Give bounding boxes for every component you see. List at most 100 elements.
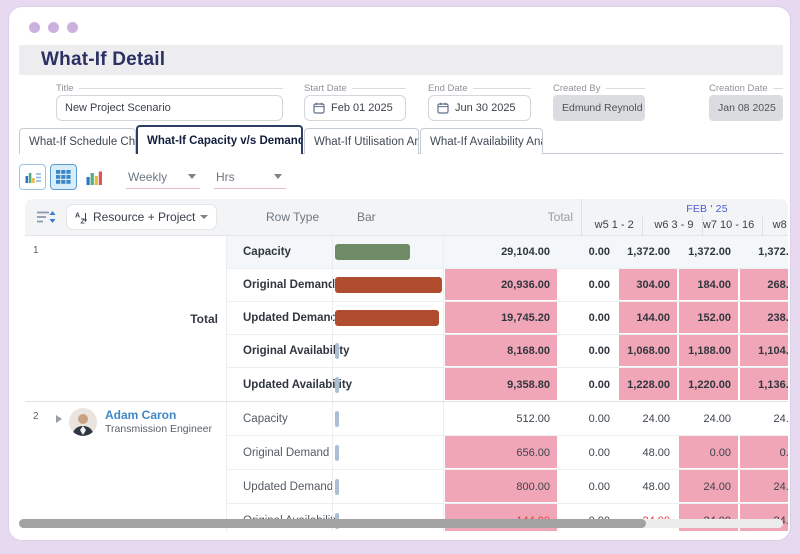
resource-cell: 1 Total xyxy=(25,236,226,401)
row-number: 1 xyxy=(33,245,39,256)
creation-date-field-group: Creation Date Jan 08 2025 xyxy=(709,83,783,121)
value-cell: 656.00 xyxy=(444,436,558,469)
grid-body: 1 Total Capacity 29,104.00 0.00 1,372.00 1,372… xyxy=(25,236,788,531)
app-window: What-If Detail Title New Project Scenari… xyxy=(8,6,791,541)
resource-name: Total xyxy=(190,311,218,326)
start-date-input[interactable]: Feb 01 2025 xyxy=(304,95,406,121)
end-date-input[interactable]: Jun 30 2025 xyxy=(428,95,531,121)
avatar xyxy=(69,408,97,436)
row-type-label: Updated Demand xyxy=(243,480,334,493)
value-cell: 24.00 xyxy=(642,412,670,425)
value-cell: 20,936.00 xyxy=(444,269,558,301)
bar-cell xyxy=(332,436,444,469)
value-cell: 19,745.20 xyxy=(444,302,558,334)
value-cell: 1,104.00 xyxy=(739,335,788,367)
group-by-button[interactable]: AZ Resource + Project xyxy=(67,205,217,229)
calendar-icon xyxy=(437,102,449,114)
value-cell: 1,372.00 xyxy=(758,246,788,258)
tab-utilisation-analysis[interactable]: What-If Utilisation Analysis xyxy=(304,128,419,154)
value-cell: 24.00 xyxy=(678,470,739,503)
period-select[interactable]: Weekly xyxy=(126,165,200,189)
value-cell: 268.00 xyxy=(739,269,788,301)
created-by-label: Created By xyxy=(553,82,601,94)
value-cell: 0.00 xyxy=(739,436,788,469)
grid-row: Updated Availability 9,358.80 0.00 1,228.00… xyxy=(227,368,788,401)
page-header: What-If Detail xyxy=(19,45,783,75)
value-bar xyxy=(335,244,410,260)
bar-chart-view-button[interactable] xyxy=(81,164,108,190)
scrollbar-thumb[interactable] xyxy=(19,519,646,528)
capacity-demand-grid: AZ Resource + Project Row Type Bar Total… xyxy=(25,199,788,531)
chevron-down-icon xyxy=(274,174,282,179)
bar-cell xyxy=(332,470,444,503)
grid-row: Capacity 29,104.00 0.00 1,372.00 1,372.00 1,3… xyxy=(227,236,788,269)
resource-role: Transmission Engineer xyxy=(105,423,212,435)
bar-cell xyxy=(332,402,444,435)
horizontal-scrollbar[interactable] xyxy=(19,519,783,528)
value-cell: 29,104.00 xyxy=(501,246,550,258)
grid-row: Updated Demand 800.00 0.00 48.00 24.0024.00 xyxy=(227,470,788,504)
unit-select[interactable]: Hrs xyxy=(214,165,286,189)
value-cell: 800.00 xyxy=(444,470,558,503)
bar-cell xyxy=(332,302,444,334)
tab-schedule-chart[interactable]: What-If Schedule Chart xyxy=(19,128,136,154)
column-header-week6: w6 3 - 9 xyxy=(641,215,702,236)
grid-view-button[interactable] xyxy=(50,164,77,190)
value-cell: 1,188.00 xyxy=(678,335,739,367)
row-type-label: Capacity xyxy=(243,246,291,258)
grid-header: AZ Resource + Project Row Type Bar Total… xyxy=(25,199,788,236)
resource-row-group: 1 Total Capacity 29,104.00 0.00 1,372.00 1,372… xyxy=(25,236,788,402)
column-header-total: Total xyxy=(547,210,573,224)
resource-cell: 2 Adam Caron Transmission Engineer xyxy=(25,402,226,531)
title-field-label: Title xyxy=(56,82,74,94)
value-cell: 0.00 xyxy=(588,246,610,258)
value-cell: 24.00 xyxy=(739,470,788,503)
chevron-down-icon xyxy=(200,215,209,219)
bar-cell xyxy=(332,236,444,268)
value-cell: 1,372.00 xyxy=(688,246,731,258)
created-by-field-group: Created By Edmund Reynold xyxy=(553,83,645,121)
value-cell: 0.00 xyxy=(588,345,610,357)
value-cell: 144.00 xyxy=(618,302,678,334)
end-date-field-group: End Date Jun 30 2025 xyxy=(428,83,531,121)
row-type-label: Original Demand xyxy=(243,446,330,459)
svg-text:A: A xyxy=(75,212,80,219)
value-cell: 0.00 xyxy=(678,436,739,469)
column-header-week5: w5 1 - 2 xyxy=(594,219,634,231)
value-cell: 238.00 xyxy=(739,302,788,334)
chart-list-view-button[interactable] xyxy=(19,164,46,190)
value-cell: 24.00 xyxy=(703,412,731,425)
view-toolbar: Weekly Hrs xyxy=(19,163,286,191)
creation-date-input: Jan 08 2025 xyxy=(709,95,783,121)
bar-chart-icon xyxy=(86,171,102,185)
bar-cell xyxy=(332,269,444,301)
resource-name-link[interactable]: Adam Caron xyxy=(105,408,176,422)
column-header-week8: w8 17 - 23 xyxy=(762,215,788,236)
value-cell: 512.00 xyxy=(516,412,550,425)
row-number: 2 xyxy=(33,411,39,422)
tab-availability-analysis[interactable]: What-If Availability Analysis xyxy=(420,128,543,154)
value-cell: 0.00 xyxy=(588,446,610,459)
column-header-bar: Bar xyxy=(357,210,376,224)
title-input[interactable]: New Project Scenario xyxy=(56,95,283,121)
value-bar xyxy=(335,376,339,393)
value-cell: 1,136.00 xyxy=(739,368,788,401)
value-cell: 48.00 xyxy=(642,480,670,493)
row-type-label: Original Availability xyxy=(243,345,350,357)
window-controls xyxy=(29,22,78,33)
calendar-icon xyxy=(313,102,325,114)
value-cell: 9,358.80 xyxy=(444,368,558,401)
grid-row: Original Availability 8,168.00 0.00 1,068.0… xyxy=(227,335,788,368)
value-cell: 184.00 xyxy=(678,269,739,301)
page-title: What-If Detail xyxy=(41,49,166,70)
column-header-row-type: Row Type xyxy=(266,210,320,224)
row-type-label: Updated Availability xyxy=(243,378,353,391)
expand-row-icon[interactable] xyxy=(56,415,62,423)
grid-row: Original Demand 20,936.00 0.00 304.00 184.00… xyxy=(227,269,788,302)
value-bar xyxy=(335,277,442,293)
tab-capacity-vs-demand[interactable]: What-If Capacity v/s Demand Analysis xyxy=(136,125,303,154)
value-bar xyxy=(335,310,439,326)
title-field-group: Title New Project Scenario xyxy=(56,83,283,121)
row-type-label: Capacity xyxy=(243,412,288,425)
sort-order-icon[interactable] xyxy=(35,209,57,225)
